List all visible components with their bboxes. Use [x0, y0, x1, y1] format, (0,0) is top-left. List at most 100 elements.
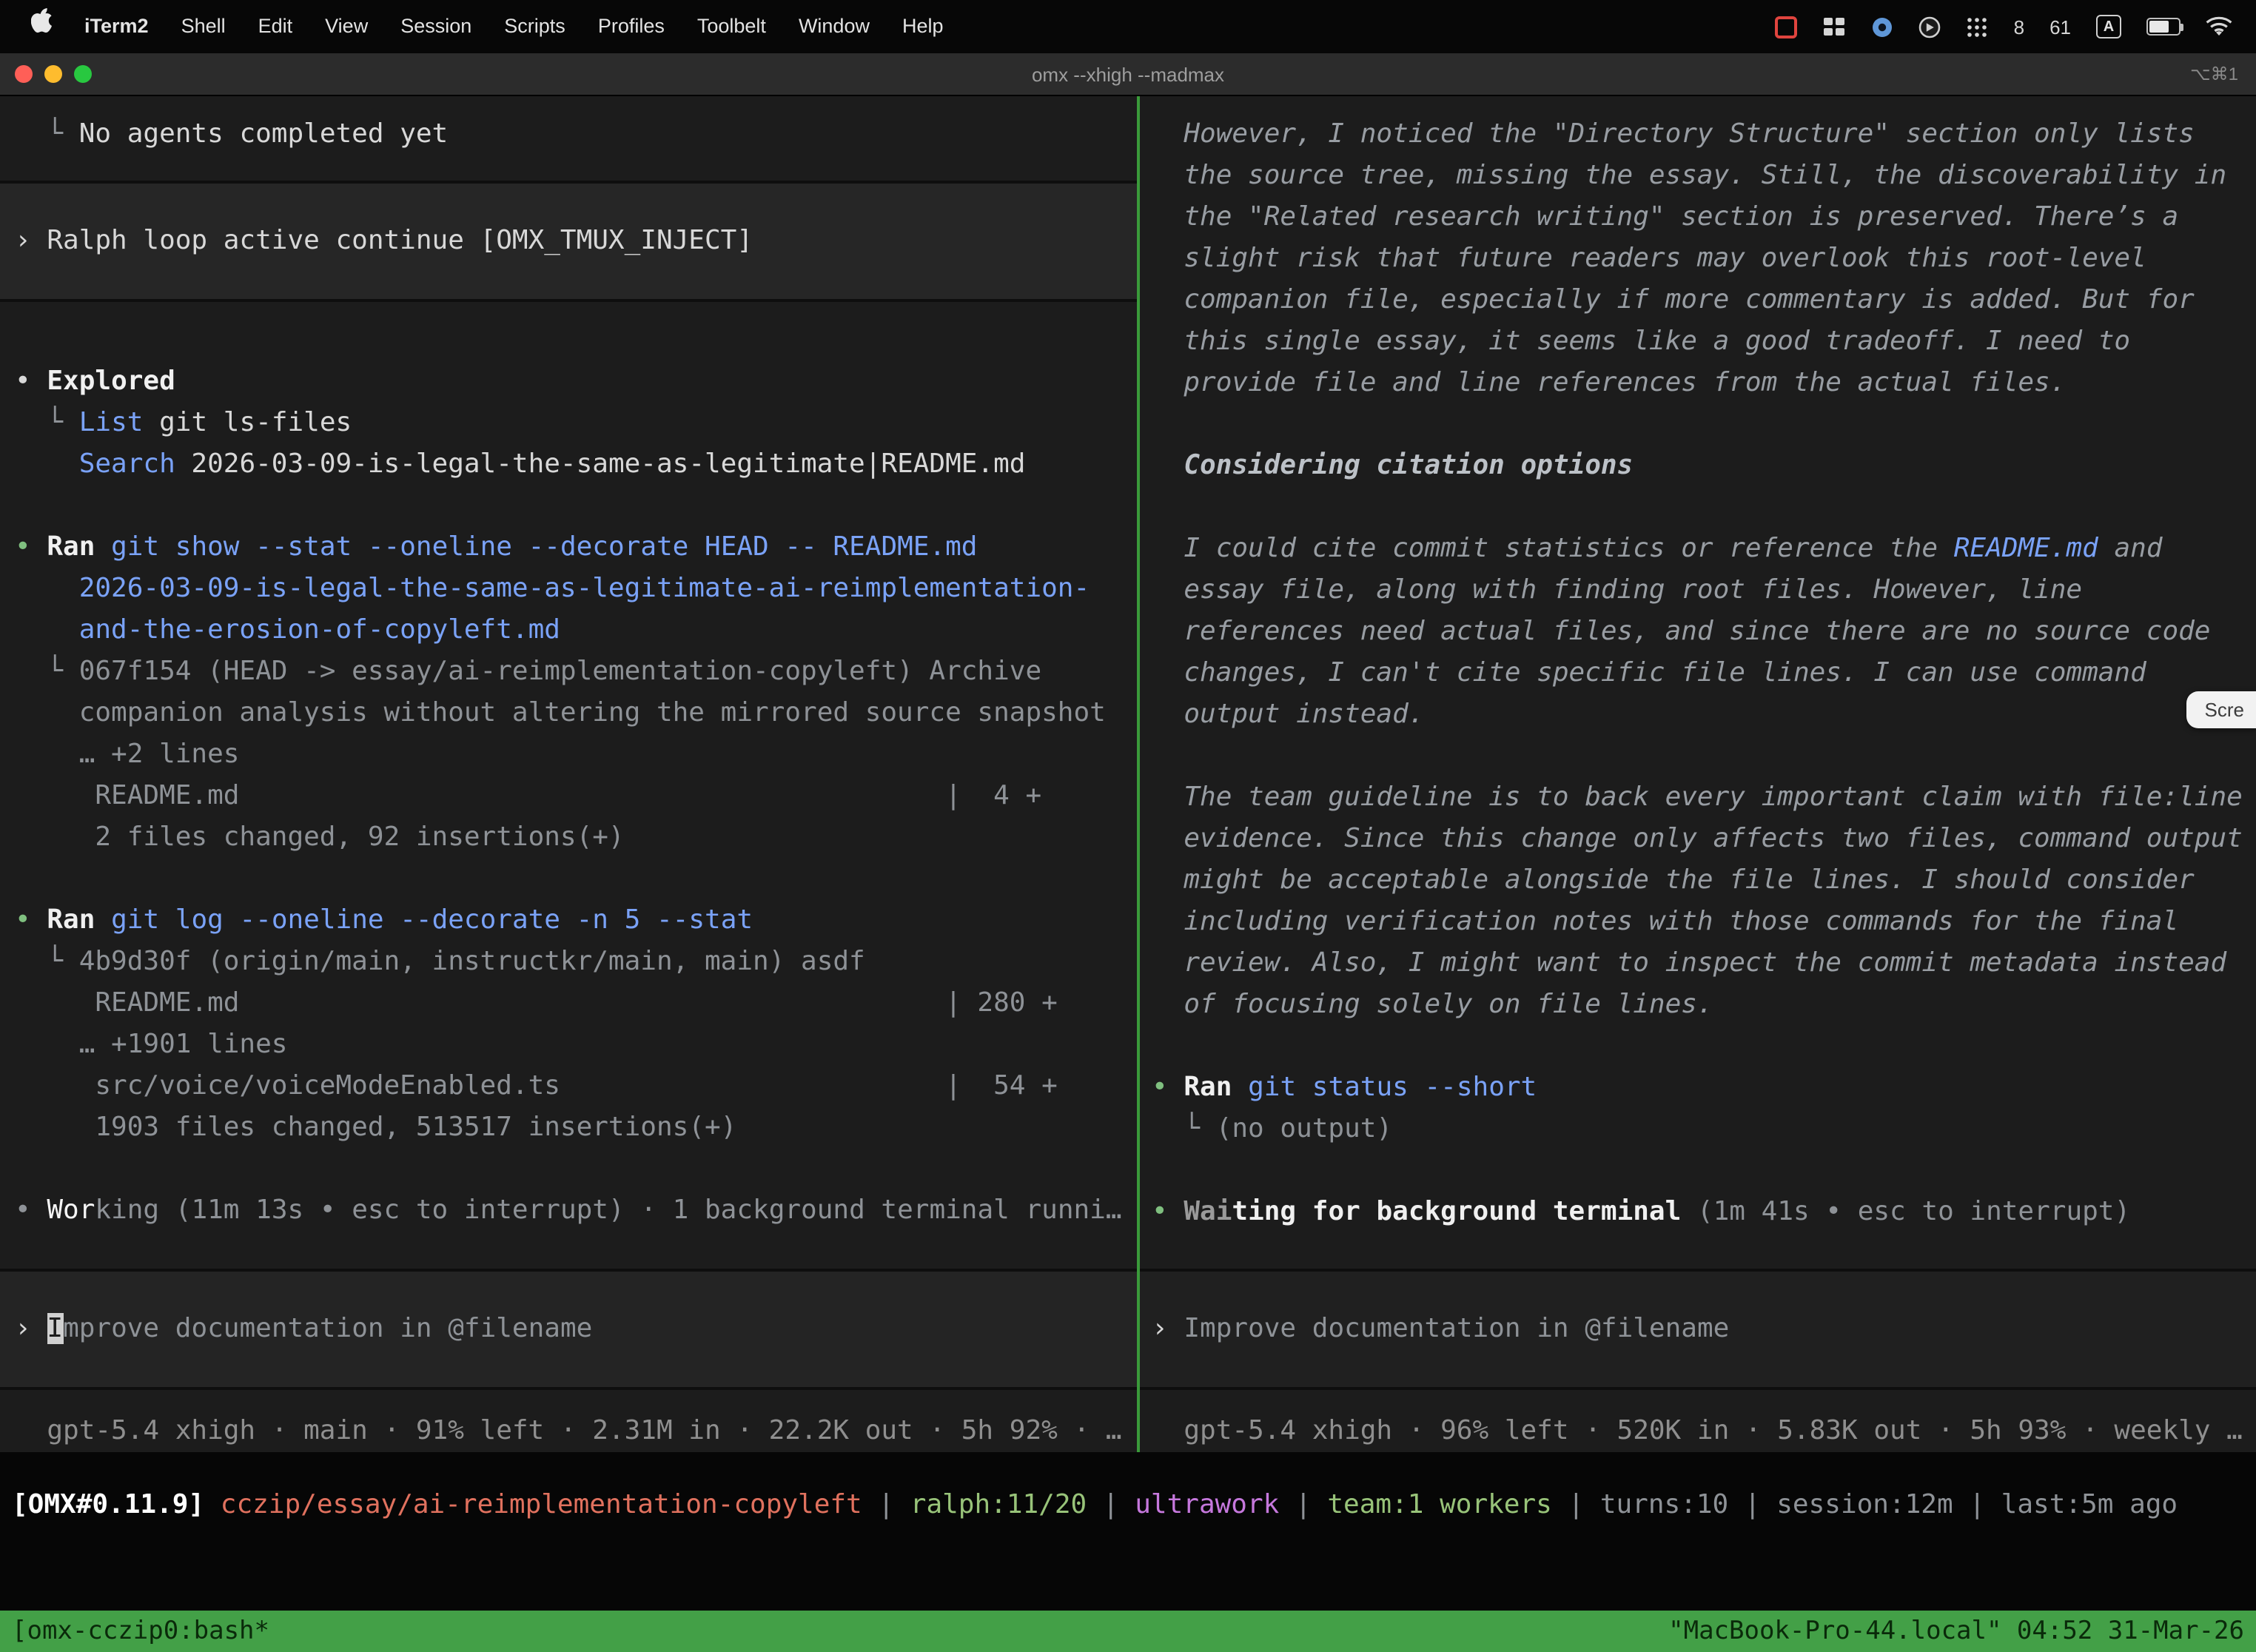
terminal-line: Considering citation options [1152, 446, 2256, 487]
terminal-line: output instead. [1152, 694, 2256, 736]
terminal-line: README.md | 280 + [15, 983, 1137, 1024]
terminal-line: [OMX#0.11.9] cczip/essay/ai-reimplementa… [12, 1485, 2256, 1526]
terminal-line: 1903 files changed, 513517 insertions(+) [15, 1107, 1137, 1149]
terminal-line: However, I noticed the "Directory Struct… [1152, 114, 2256, 155]
terminal-line: review. Also, I might want to inspect th… [1152, 943, 2256, 984]
dark-app-icon[interactable] [1919, 16, 1941, 38]
tmux-session-window: [omx-cczip0:bash* [12, 1616, 269, 1646]
zoom-button[interactable] [74, 65, 92, 83]
terminal-line: essay file, along with finding root file… [1152, 570, 2256, 611]
window-title-bar: omx --xhigh --madmax ⌥⌘1 [0, 53, 2256, 96]
apple-menu[interactable] [15, 0, 68, 53]
ralph-loop-banner: › Ralph loop active continue [OMX_TMUX_I… [0, 181, 1137, 302]
terminal-line: • Ran git show --stat --oneline --decora… [15, 527, 1137, 568]
menu-edit[interactable]: Edit [242, 0, 309, 53]
left-agent-transcript: • Explored └ List git ls-files Search 20… [0, 302, 1137, 1232]
menu-window[interactable]: Window [782, 0, 886, 53]
terminal-line: Search 2026-03-09-is-legal-the-same-as-l… [15, 444, 1137, 486]
terminal-line: 2026-03-09-is-legal-the-same-as-legitima… [15, 568, 1137, 610]
terminal-line: … +1901 lines [15, 1024, 1137, 1066]
screen-share-chip[interactable]: Scre [2187, 691, 2256, 728]
terminal-line: references need actual files, and since … [1152, 611, 2256, 653]
terminal-line [1152, 1026, 2256, 1067]
left-session-status-line: gpt-5.4 xhigh · main · 91% left · 2.31M … [0, 1390, 1137, 1452]
terminal-line: I could cite commit statistics or refere… [1152, 528, 2256, 570]
right-agent-transcript: However, I noticed the "Directory Struct… [1140, 96, 2256, 1233]
terminal-line: 2 files changed, 92 insertions(+) [15, 817, 1137, 859]
terminal-window: └ No agents completed yet › Ralph loop a… [0, 96, 2256, 1652]
omx-status-bar: [OMX#0.11.9] cczip/essay/ai-reimplementa… [12, 1485, 2256, 1526]
macos-menu-bar: iTerm2 Shell Edit View Session Scripts P… [0, 0, 2256, 53]
terminal-line: changes, I can't cite specific file line… [1152, 653, 2256, 694]
terminal-line: • Ran git log --oneline --decorate -n 5 … [15, 900, 1137, 941]
terminal-line: └ List git ls-files [15, 403, 1137, 444]
terminal-line: › Ralph loop active continue [OMX_TMUX_I… [15, 221, 1137, 262]
window-grid-icon[interactable] [1823, 16, 1847, 37]
close-button[interactable] [15, 65, 33, 83]
terminal-line: › Improve documentation in @filename [1152, 1309, 2256, 1350]
terminal-line: slight risk that future readers may over… [1152, 238, 2256, 280]
menu-view[interactable]: View [309, 0, 384, 53]
terminal-line: └ No agents completed yet [15, 114, 1137, 155]
menu-profiles[interactable]: Profiles [582, 0, 681, 53]
terminal-line: the "Related research writing" section i… [1152, 197, 2256, 238]
menu-shell[interactable]: Shell [165, 0, 242, 53]
macos-screen: iTerm2 Shell Edit View Session Scripts P… [0, 0, 2256, 1652]
terminal-line [15, 859, 1137, 900]
menu-help[interactable]: Help [886, 0, 960, 53]
figure-eight-icon[interactable]: 8 [2014, 16, 2024, 38]
terminal-line: might be acceptable alongside the file l… [1152, 860, 2256, 901]
terminal-line: of focusing solely on file lines. [1152, 984, 2256, 1026]
terminal-line: the source tree, missing the essay. Stil… [1152, 155, 2256, 197]
menu-toolbelt[interactable]: Toolbelt [681, 0, 782, 53]
right-session-status-line: gpt-5.4 xhigh · 96% left · 520K in · 5.8… [1140, 1390, 2256, 1452]
tmux-host-clock: "MacBook-Pro-44.local" 04:52 31-Mar-26 [1668, 1616, 2244, 1646]
terminal-line: • Explored [15, 361, 1137, 403]
terminal-line: companion file, especially if more comme… [1152, 280, 2256, 321]
left-agent-input[interactable]: › Improve documentation in @filename [0, 1269, 1137, 1390]
right-terminal-pane[interactable]: However, I noticed the "Directory Struct… [1140, 96, 2256, 1452]
terminal-line: • Waiting for background terminal (1m 41… [1152, 1192, 2256, 1233]
menu-bar-status-icons: 8 61 A [1776, 15, 2241, 38]
terminal-line [15, 1149, 1137, 1190]
window-title: omx --xhigh --madmax [0, 63, 2256, 85]
terminal-line: └ 067f154 (HEAD -> essay/ai-reimplementa… [15, 651, 1137, 693]
wifi-icon[interactable] [2206, 16, 2232, 37]
traffic-lights [0, 65, 92, 83]
terminal-line: › Improve documentation in @filename [15, 1309, 1137, 1350]
tmux-panes: └ No agents completed yet › Ralph loop a… [0, 96, 2256, 1452]
menu-session[interactable]: Session [384, 0, 488, 53]
terminal-line [1152, 1150, 2256, 1192]
terminal-line: • Working (11m 13s • esc to interrupt) ·… [15, 1190, 1137, 1232]
battery-icon[interactable] [2146, 18, 2181, 36]
terminal-line: including verification notes with those … [1152, 901, 2256, 943]
terminal-line [1152, 736, 2256, 777]
terminal-line: companion analysis without altering the … [15, 693, 1137, 734]
window-shortcut-badge: ⌥⌘1 [2190, 64, 2256, 84]
terminal-line: README.md | 4 + [15, 776, 1137, 817]
terminal-line: src/voice/voiceModeEnabled.ts | 54 + [15, 1066, 1137, 1107]
terminal-line: and-the-erosion-of-copyleft.md [15, 610, 1137, 651]
terminal-line: └ (no output) [1152, 1109, 2256, 1150]
tmux-status-bar: [omx-cczip0:bash* "MacBook-Pro-44.local"… [0, 1611, 2256, 1652]
terminal-line: evidence. Since this change only affects… [1152, 819, 2256, 860]
terminal-line [1152, 487, 2256, 528]
terminal-line: • Ran git status --short [1152, 1067, 2256, 1109]
blue-app-icon[interactable] [1872, 16, 1894, 38]
menu-iterm2[interactable]: iTerm2 [68, 0, 165, 53]
input-source-icon[interactable]: A [2096, 15, 2121, 38]
terminal-line: provide file and line references from th… [1152, 363, 2256, 404]
terminal-line: └ 4b9d30f (origin/main, instructkr/main,… [15, 941, 1137, 983]
terminal-line: … +2 lines [15, 734, 1137, 776]
agents-summary: └ No agents completed yet [0, 96, 1137, 155]
battery-percent-icon[interactable]: 61 [2049, 16, 2071, 38]
minimize-button[interactable] [44, 65, 62, 83]
left-terminal-pane[interactable]: └ No agents completed yet › Ralph loop a… [0, 96, 1137, 1452]
screen-recording-icon[interactable] [1776, 16, 1798, 38]
right-agent-input[interactable]: › Improve documentation in @filename [1140, 1269, 2256, 1390]
terminal-line [1152, 404, 2256, 446]
menu-scripts[interactable]: Scripts [488, 0, 582, 53]
apple-icon [31, 7, 52, 33]
dots-grid-icon[interactable] [1967, 16, 1989, 38]
terminal-line: The team guideline is to back every impo… [1152, 777, 2256, 819]
